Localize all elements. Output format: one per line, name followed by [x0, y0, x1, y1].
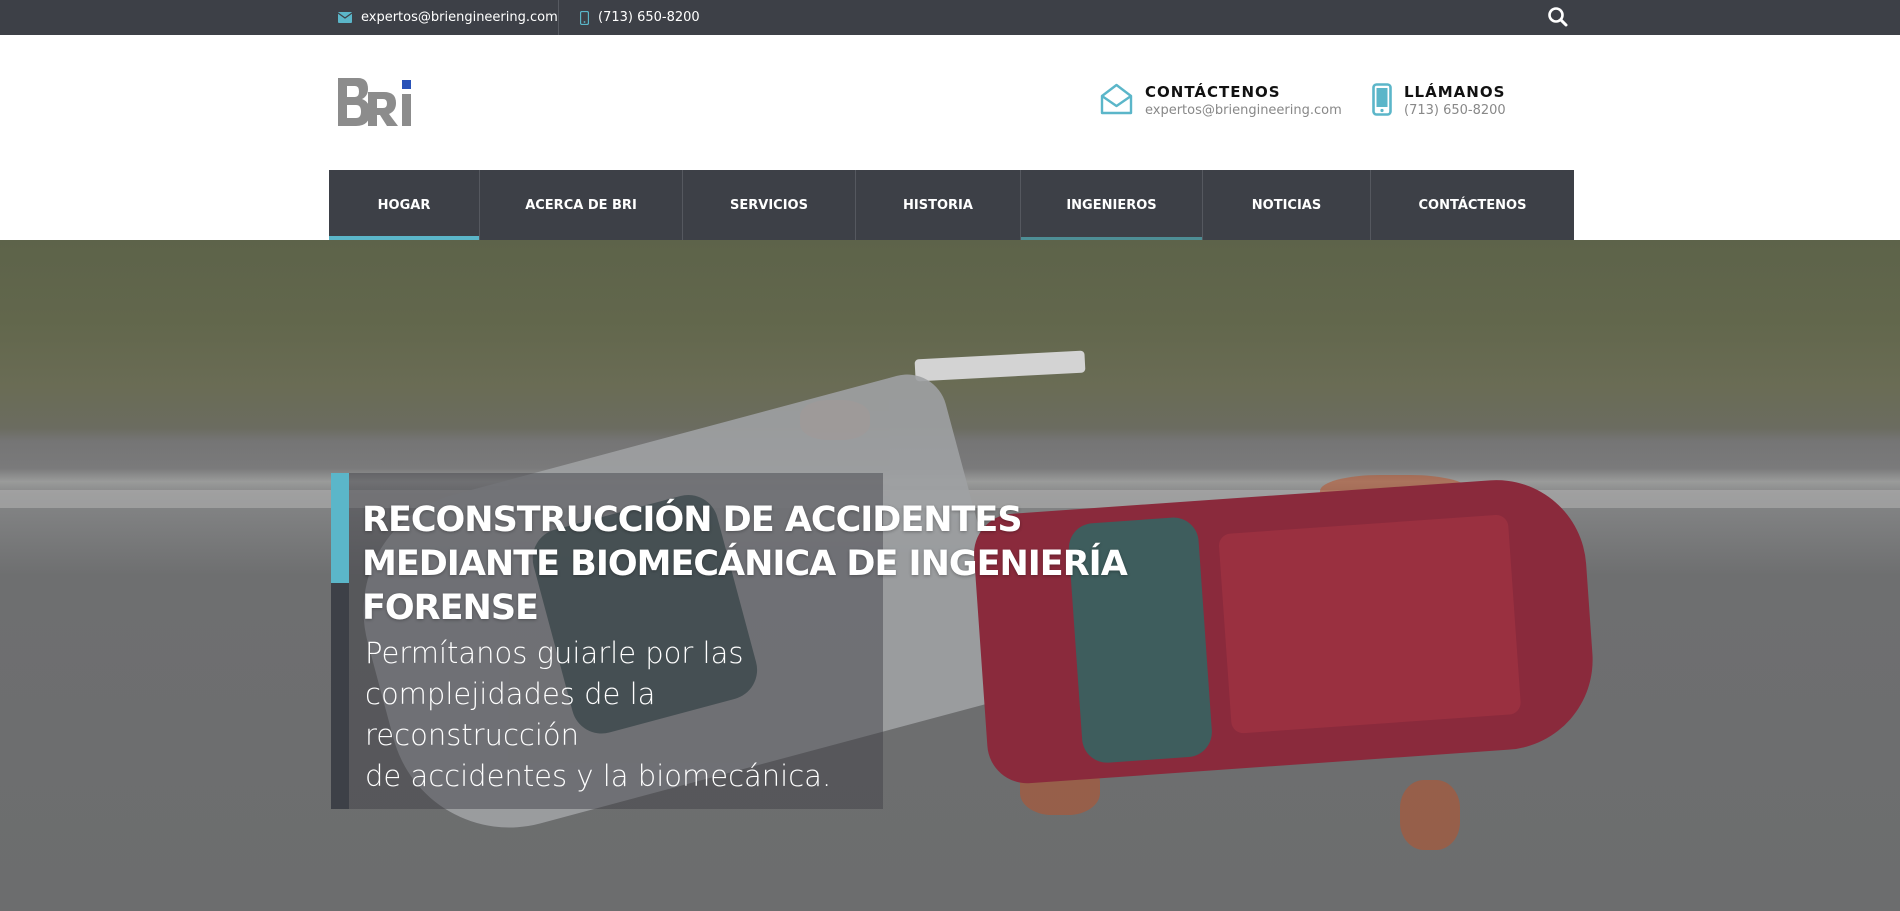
contact-email: expertos@briengineering.com	[1145, 103, 1342, 118]
hero-subtitle-line-2: complejidades de la reconstrucción	[365, 677, 656, 752]
hero-accent-bar-dark	[331, 583, 349, 809]
hero-subtitle-line-1: Permítanos guiarle por las	[365, 636, 744, 670]
call-phone: (713) 650-8200	[1404, 103, 1506, 118]
topbar-email-text: expertos@briengineering.com	[361, 10, 558, 25]
top-bar: expertos@briengineering.com (713) 650-82…	[0, 0, 1900, 35]
bri-logo[interactable]	[338, 78, 416, 126]
contact-title: CONTÁCTENOS	[1145, 83, 1281, 101]
paint-mark	[1400, 780, 1460, 850]
search-icon	[1548, 7, 1568, 27]
hero-accent-bar	[331, 473, 349, 583]
hero-title-line-1: RECONSTRUCCIÓN DE ACCIDENTES	[362, 500, 1023, 540]
main-nav: HOGAR ACERCA DE BRI SERVICIOS HISTORIA I…	[329, 170, 1574, 240]
nav-item-acerca[interactable]: ACERCA DE BRI	[480, 170, 683, 240]
topbar-phone-link[interactable]: (713) 650-8200	[580, 0, 700, 35]
nav-item-historia[interactable]: HISTORIA	[856, 170, 1021, 240]
site-header: CONTÁCTENOS expertos@briengineering.com …	[0, 35, 1900, 170]
topbar-phone-text: (713) 650-8200	[598, 10, 700, 25]
search-button[interactable]	[1546, 5, 1570, 29]
hero-title-line-2: MEDIANTE BIOMECÁNICA DE INGENIERÍA FOREN…	[362, 544, 1128, 628]
logo-icon	[338, 78, 411, 126]
nav-item-ingenieros[interactable]: INGENIEROS	[1021, 170, 1203, 240]
topbar-divider	[558, 0, 559, 35]
header-contact-block[interactable]: CONTÁCTENOS expertos@briengineering.com	[1100, 83, 1342, 119]
car-debris	[914, 350, 1086, 382]
smartphone-icon	[1372, 83, 1392, 116]
nav-item-hogar[interactable]: HOGAR	[329, 170, 480, 240]
mobile-phone-icon	[580, 10, 589, 25]
hero-title: RECONSTRUCCIÓN DE ACCIDENTES MEDIANTE BI…	[362, 498, 1262, 630]
header-call-block[interactable]: LLÁMANOS (713) 650-8200	[1372, 83, 1506, 119]
open-envelope-icon	[1100, 83, 1133, 115]
nav-item-contactenos[interactable]: CONTÁCTENOS	[1371, 170, 1574, 240]
hero-subtitle-line-3: de accidentes y la biomecánica.	[365, 759, 832, 793]
envelope-icon	[338, 12, 352, 23]
topbar-email-link[interactable]: expertos@briengineering.com	[338, 0, 558, 35]
call-title: LLÁMANOS	[1404, 83, 1506, 101]
hero-subtitle: Permítanos guiarle por las complejidades…	[365, 633, 865, 797]
nav-item-servicios[interactable]: SERVICIOS	[683, 170, 856, 240]
nav-item-noticias[interactable]: NOTICIAS	[1203, 170, 1371, 240]
